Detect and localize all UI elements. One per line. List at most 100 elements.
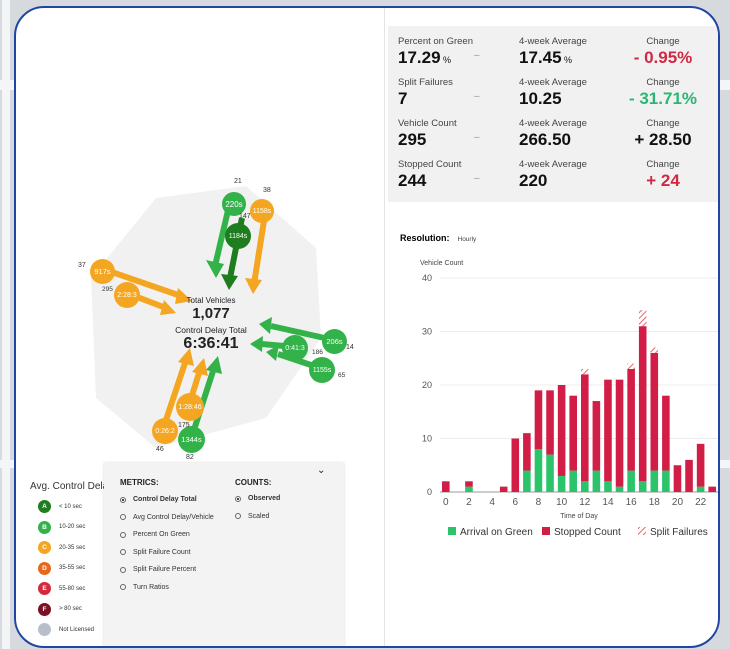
average-cell: 4-week Average 266.50 bbox=[519, 118, 587, 150]
metric-option[interactable]: Percent On Green bbox=[120, 531, 190, 538]
control-delay-value: 6:36:41 bbox=[183, 335, 239, 352]
metric-option-label: Avg Control Delay/Vehicle bbox=[133, 513, 214, 521]
delay-bubble[interactable]: 0:41:3 bbox=[282, 335, 308, 361]
bar-stopped-count bbox=[592, 401, 601, 471]
metric-option[interactable]: Control Delay Total bbox=[120, 496, 197, 503]
bar-arrival-on-green bbox=[465, 486, 473, 492]
radio-button[interactable] bbox=[235, 513, 241, 519]
metric-option[interactable]: Turn Ratios bbox=[120, 584, 169, 591]
bar-split-failures bbox=[581, 368, 589, 375]
los-grade-badge: A bbox=[38, 500, 51, 513]
collapse-chevron-icon[interactable]: ⌄ bbox=[317, 465, 325, 476]
bar-stopped-count bbox=[615, 379, 624, 487]
stat-cell: Split Failures 7 bbox=[398, 77, 453, 109]
legend-label: Stopped Count bbox=[554, 527, 621, 538]
stat-cell: Percent on Green 17.29 % bbox=[398, 36, 473, 68]
change-label: Change bbox=[646, 118, 680, 129]
delay-bubble[interactable]: 917s bbox=[90, 259, 115, 284]
bar-stopped-count bbox=[604, 379, 612, 482]
dashboard-card: 220s 1158s 1184s 917s 2:28:3 206s 0:41:3… bbox=[14, 6, 720, 648]
radio-button[interactable] bbox=[120, 566, 126, 573]
change-label: Change bbox=[646, 77, 680, 88]
delay-bubble[interactable]: 206s bbox=[322, 329, 347, 354]
x-axis-label: Time of Day bbox=[560, 513, 598, 520]
bar-stopped-count bbox=[581, 374, 589, 482]
counts-heading: COUNTS: bbox=[235, 478, 272, 487]
x-tick-label: 22 bbox=[695, 497, 707, 508]
los-label: 35-55 sec bbox=[59, 565, 86, 571]
bar-split-failures bbox=[627, 363, 635, 369]
stat-cell: Vehicle Count 295 bbox=[398, 118, 457, 150]
intersection-graphic bbox=[91, 186, 339, 448]
metric-option-label: Turn Ratios bbox=[133, 583, 169, 591]
stat-value: 7 bbox=[398, 89, 408, 108]
radio-button[interactable] bbox=[120, 514, 126, 520]
bar-stopped-count bbox=[557, 385, 566, 476]
stat-value: 244 bbox=[398, 171, 427, 190]
bar-stopped-count bbox=[696, 443, 705, 487]
resolution-value[interactable]: Hourly bbox=[458, 236, 477, 243]
stats-table: Percent on Green 17.29 % –4-week Average 17… bbox=[388, 26, 718, 202]
stat-label: Percent on Green bbox=[398, 36, 473, 47]
x-tick-label: 2 bbox=[466, 497, 472, 508]
stat-value: 17.29 % bbox=[398, 48, 452, 67]
delay-bubble[interactable]: 1344s bbox=[178, 426, 205, 453]
radio-button[interactable] bbox=[120, 496, 126, 503]
bar-arrival-on-green bbox=[615, 486, 624, 492]
radio-button[interactable] bbox=[120, 549, 126, 555]
map-road bbox=[2, 0, 10, 649]
count-label: 186 bbox=[312, 349, 323, 356]
radio-button[interactable] bbox=[120, 531, 126, 538]
change-value: - 31.71% bbox=[628, 89, 698, 108]
bar-stopped-count bbox=[442, 481, 450, 492]
average-label: 4-week Average bbox=[519, 118, 587, 129]
intersection-diagram: 220s 1158s 1184s 917s 2:28:3 206s 0:41:3… bbox=[16, 8, 384, 463]
average-value: 10.25 bbox=[519, 89, 562, 108]
legend-swatch bbox=[542, 527, 550, 535]
x-tick-label: 12 bbox=[579, 497, 591, 508]
count-label: 21 bbox=[234, 178, 242, 185]
bar-arrival-on-green bbox=[546, 454, 554, 492]
change-value: - 0.95% bbox=[633, 48, 693, 67]
count-option-label: Scaled bbox=[248, 512, 270, 520]
legend-swatch bbox=[448, 527, 456, 535]
los-grade-badge: B bbox=[38, 520, 51, 534]
count-label: 38 bbox=[263, 187, 271, 194]
resolution-selector[interactable]: Resolution: Hourly bbox=[400, 233, 476, 243]
metric-option[interactable]: Split Failure Count bbox=[120, 549, 191, 556]
metric-option[interactable]: Split Failure Percent bbox=[120, 566, 196, 573]
los-label: 55-80 sec bbox=[59, 585, 86, 592]
radio-button[interactable] bbox=[120, 584, 126, 590]
delay-bubble[interactable]: 1:28:46 bbox=[176, 393, 204, 421]
bar-stopped-count bbox=[650, 352, 659, 471]
radio-button[interactable] bbox=[235, 495, 241, 502]
control-delay-label: Control Delay Total bbox=[175, 325, 247, 335]
delay-bubble[interactable]: 2:28:3 bbox=[114, 282, 140, 308]
delay-bubble[interactable]: 1155s bbox=[309, 357, 335, 383]
bar-stopped-count bbox=[627, 368, 635, 471]
count-label: 65 bbox=[338, 372, 346, 379]
los-legend-item: D 35-55 sec bbox=[38, 561, 86, 575]
delay-bubble[interactable]: 1158s bbox=[250, 199, 274, 223]
count-option[interactable]: Observed bbox=[235, 495, 280, 502]
los-legend-item: A < 10 sec bbox=[38, 500, 82, 513]
stat-label: Vehicle Count bbox=[398, 118, 457, 129]
change-cell: Change - 31.71% bbox=[623, 77, 703, 109]
count-option[interactable]: Scaled bbox=[235, 513, 269, 520]
average-label: 4-week Average bbox=[519, 77, 587, 88]
metric-option[interactable]: Avg Control Delay/Vehicle bbox=[120, 514, 214, 521]
bar-stopped-count bbox=[511, 438, 520, 492]
count-label: 37 bbox=[78, 262, 86, 269]
average-value: 220 bbox=[519, 171, 548, 190]
los-grade-badge: C bbox=[38, 541, 51, 554]
resolution-label: Resolution: bbox=[400, 233, 450, 243]
stat-label: Stopped Count bbox=[398, 159, 462, 170]
totals-block: Total Vehicles 1,077 Control Delay Total… bbox=[161, 296, 261, 353]
count-label: 175 bbox=[178, 422, 190, 429]
los-legend-item: C 20-35 sec bbox=[38, 541, 85, 554]
stat-row: Stopped Count 244 – 4-week Average 220 Change… bbox=[388, 159, 718, 200]
average-label: 4-week Average bbox=[519, 36, 587, 47]
delay-bubble[interactable]: 1184s bbox=[225, 223, 251, 249]
bar-stopped-count bbox=[708, 486, 716, 492]
delay-bubble[interactable]: 0:26:2 bbox=[152, 418, 178, 444]
